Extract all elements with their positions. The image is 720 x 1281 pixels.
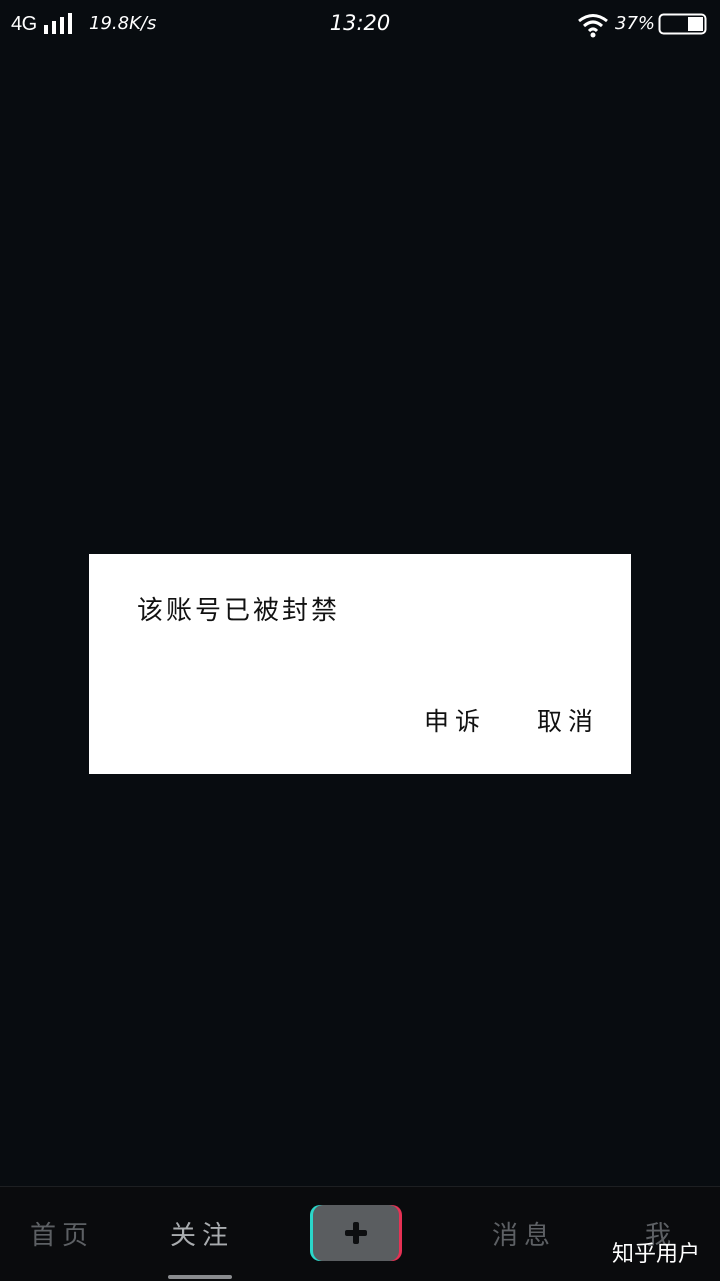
tab-home[interactable]: 首页 [30, 1215, 94, 1252]
tab-follow[interactable]: 关注 [170, 1215, 234, 1252]
wifi-icon [578, 14, 608, 38]
dialog-message: 该账号已被封禁 [137, 596, 341, 626]
clock: 13:20 [329, 11, 391, 35]
cancel-button[interactable]: 取消 [537, 702, 599, 738]
tab-messages[interactable]: 消息 [492, 1215, 556, 1252]
appeal-button[interactable]: 申诉 [424, 702, 486, 738]
active-tab-indicator [168, 1275, 232, 1279]
watermark: 知乎用户 [611, 1242, 700, 1267]
add-button[interactable] [313, 1205, 399, 1261]
battery-icon [658, 13, 707, 35]
status-bar: 4G 19.8K/s 13:20 37% [0, 0, 720, 48]
battery-percent: 37% [615, 13, 656, 34]
ban-dialog: 该账号已被封禁 申诉 取消 [89, 554, 631, 774]
